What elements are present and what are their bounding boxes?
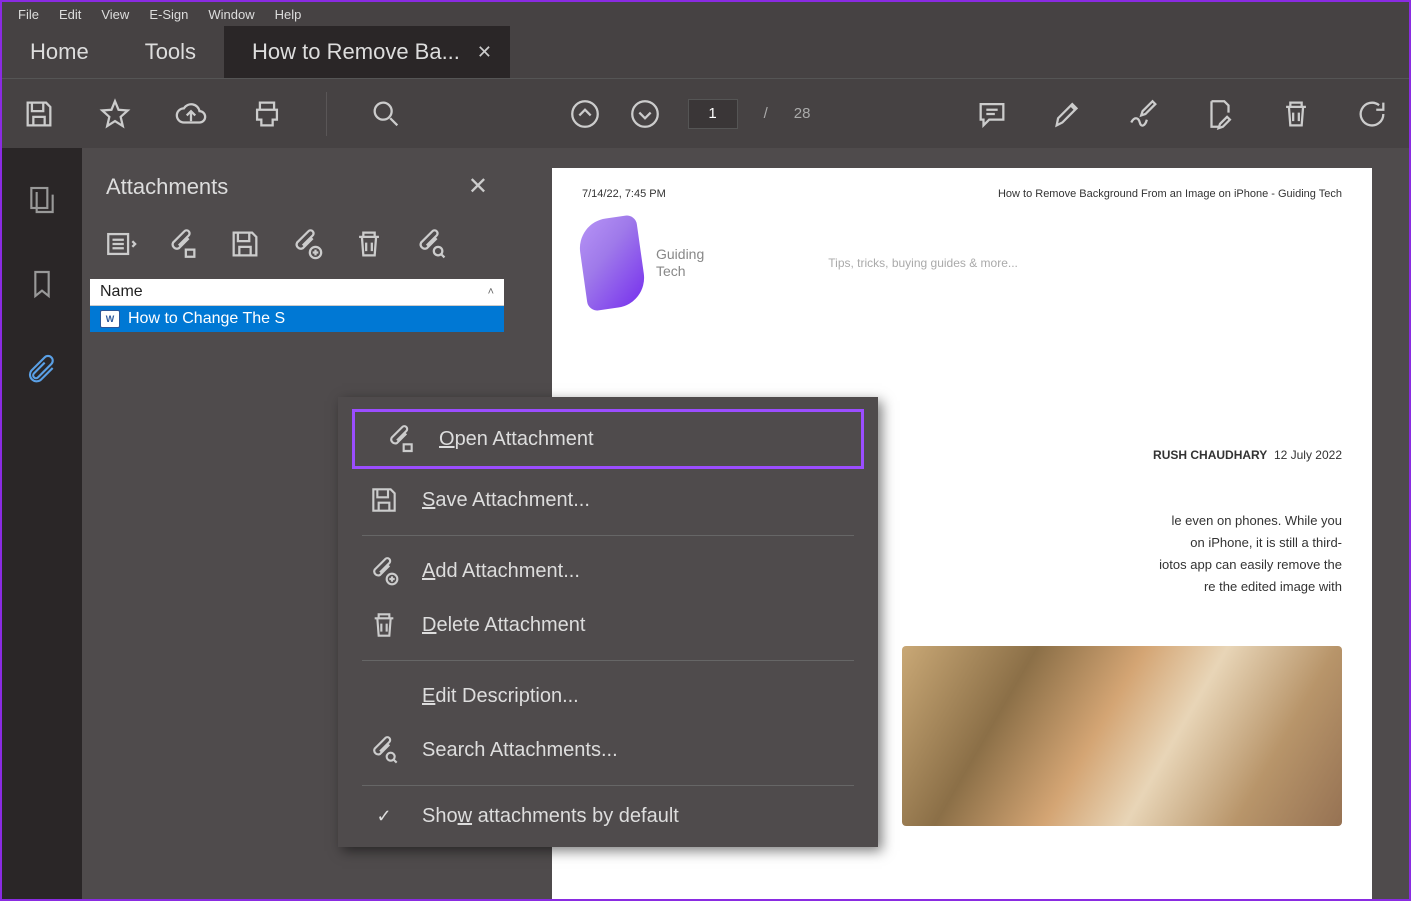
options-dropdown-icon[interactable] [104,227,138,261]
brand-name: GuidingTech [656,246,704,280]
brand-tagline: Tips, tricks, buying guides & more... [828,256,1018,270]
cloud-upload-icon[interactable] [174,97,208,131]
page-up-icon[interactable] [568,97,602,131]
ctx-separator [362,785,854,786]
ctx-open-attachment[interactable]: Open Attachment [352,409,864,469]
toolbar-separator [326,92,327,136]
ctx-edit-description[interactable]: Edit Description... [338,669,878,723]
menu-esign[interactable]: E-Sign [139,4,198,25]
attachment-filename: How to Change The S [128,310,285,328]
search-attach-icon [368,734,400,766]
save-attachment-icon[interactable] [228,227,262,261]
bookmarks-icon[interactable] [26,268,58,300]
tab-bar: Home Tools How to Remove Ba... ✕ [2,26,1409,78]
toolbar: / 28 [2,78,1409,148]
menu-file[interactable]: File [8,4,49,25]
open-icon [385,423,417,455]
menu-help[interactable]: Help [265,4,312,25]
page-title-meta: How to Remove Background From an Image o… [998,188,1342,200]
search-attachment-icon[interactable] [414,227,448,261]
ctx-show-by-default[interactable]: ✓ Show attachments by default [338,794,878,839]
save-icon[interactable] [22,97,56,131]
context-menu: Open Attachment Save Attachment... Add A… [338,397,878,847]
ctx-save-attachment[interactable]: Save Attachment... [338,473,878,527]
panel-toolbar [82,217,512,279]
sign-icon[interactable] [1127,97,1161,131]
attachment-row[interactable]: W How to Change The S [90,306,504,332]
menu-edit[interactable]: Edit [49,4,91,25]
tab-tools[interactable]: Tools [117,26,224,78]
attachment-list: Name ˄ W How to Change The S [90,279,504,332]
ctx-search-attachments[interactable]: Search Attachments... [338,723,878,777]
delete-attachment-icon[interactable] [352,227,386,261]
save-icon [368,484,400,516]
tab-document[interactable]: How to Remove Ba... ✕ [224,26,510,78]
tab-close-icon[interactable]: ✕ [477,42,492,63]
page-separator: / [764,105,768,122]
add-icon [368,555,400,587]
trash-icon[interactable] [1279,97,1313,131]
page-total: 28 [794,105,811,122]
menu-window[interactable]: Window [198,4,264,25]
navigation-rail [2,148,82,899]
panel-title: Attachments [106,174,228,200]
open-attachment-icon[interactable] [166,227,200,261]
page-navigation: / 28 [568,97,811,131]
ctx-separator [362,535,854,536]
page-number-input[interactable] [688,99,738,129]
rotate-icon[interactable] [1355,97,1389,131]
page-timestamp: 7/14/22, 7:45 PM [582,188,666,200]
print-icon[interactable] [250,97,284,131]
ctx-delete-attachment[interactable]: Delete Attachment [338,598,878,652]
edit-page-icon[interactable] [1203,97,1237,131]
column-header-name[interactable]: Name ˄ [90,279,504,306]
tab-document-label: How to Remove Ba... [252,39,460,65]
checkmark-icon: ✓ [368,806,400,827]
sort-caret-icon: ˄ [488,286,494,298]
brand-logo [576,214,648,311]
menubar: File Edit View E-Sign Window Help [2,2,1409,26]
ctx-add-attachment[interactable]: Add Attachment... [338,544,878,598]
add-attachment-icon[interactable] [290,227,324,261]
search-icon[interactable] [369,97,403,131]
thumbnails-icon[interactable] [26,184,58,216]
tab-home[interactable]: Home [2,26,117,78]
menu-view[interactable]: View [91,4,139,25]
highlight-icon[interactable] [1051,97,1085,131]
page-down-icon[interactable] [628,97,662,131]
panel-close-icon[interactable]: ✕ [468,172,488,201]
word-file-icon: W [100,310,120,328]
ctx-separator [362,660,854,661]
attachments-icon[interactable] [26,352,58,384]
star-icon[interactable] [98,97,132,131]
delete-icon [368,609,400,641]
comment-icon[interactable] [975,97,1009,131]
article-image [902,646,1342,826]
